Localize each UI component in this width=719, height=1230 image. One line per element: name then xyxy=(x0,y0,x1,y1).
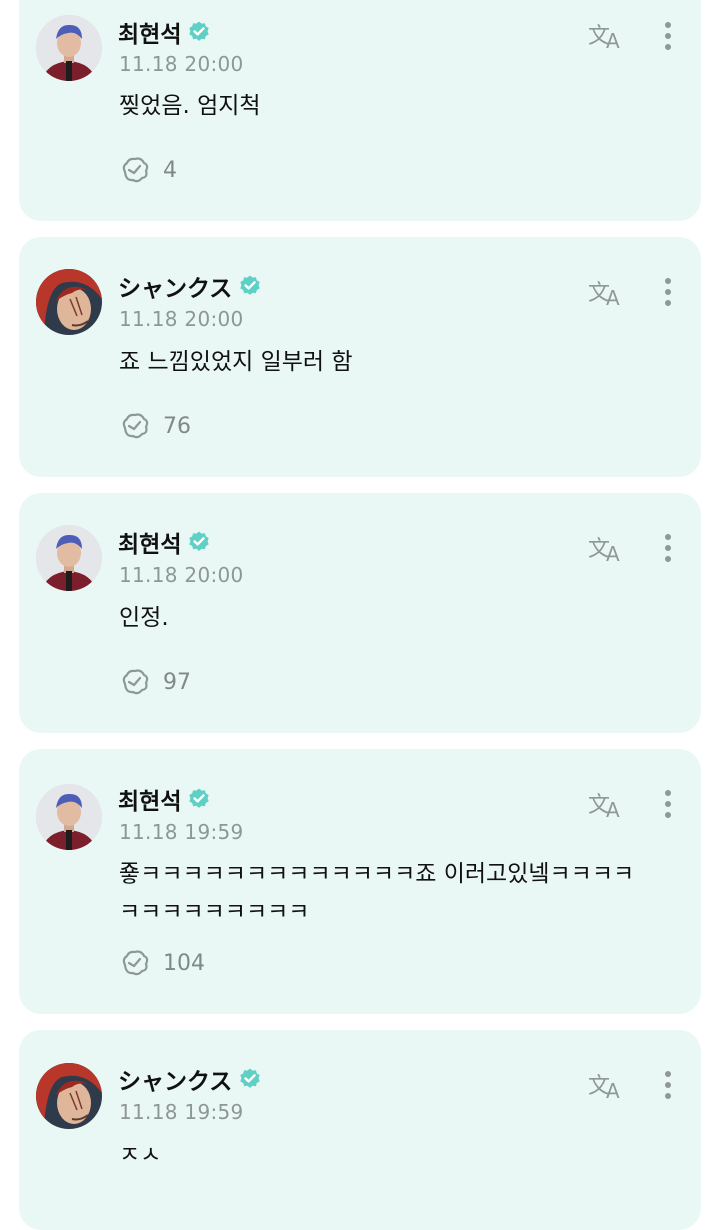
translate-button[interactable]: 文 A xyxy=(587,1068,627,1103)
reaction-count: 97 xyxy=(163,669,191,695)
reaction-icon xyxy=(122,669,149,695)
more-options-button[interactable] xyxy=(655,19,681,55)
timestamp: 11.18 20:00 xyxy=(119,563,244,587)
message-text: 인정. xyxy=(119,605,169,631)
more-vertical-icon xyxy=(665,790,671,818)
more-options-button[interactable] xyxy=(655,275,681,311)
reaction-button[interactable]: 104 xyxy=(119,947,205,979)
timestamp: 11.18 20:00 xyxy=(119,307,244,331)
more-vertical-icon xyxy=(665,1071,671,1099)
reaction-icon xyxy=(122,413,149,439)
avatar[interactable] xyxy=(36,269,102,335)
author-row: 최현석 xyxy=(118,526,211,558)
more-options-button[interactable] xyxy=(655,787,681,823)
message-card: 최현석 11.18 19:59 죻ㅋㅋㅋㅋㅋㅋㅋㅋㅋㅋㅋㅋㅋ죠 이러고있넼ㅋㅋㅋ… xyxy=(19,749,701,1014)
reaction-count: 76 xyxy=(163,413,191,439)
reaction-button[interactable]: 4 xyxy=(119,154,177,186)
more-options-button[interactable] xyxy=(655,531,681,567)
message-card: 최현석 11.18 20:00 인정. 97 文 A xyxy=(19,493,701,733)
svg-text:A: A xyxy=(606,542,620,565)
more-vertical-icon xyxy=(665,534,671,562)
author-row: シャンクス xyxy=(118,270,262,302)
timestamp: 11.18 19:59 xyxy=(119,820,244,844)
message-text: 죠 느낌있었지 일부러 함 xyxy=(119,349,353,375)
message-text: 찢었음. 엄지척 xyxy=(119,93,261,119)
author-row: シャンクス xyxy=(118,1063,262,1095)
more-options-button[interactable] xyxy=(655,1068,681,1104)
verified-badge-icon xyxy=(189,21,210,41)
svg-text:A: A xyxy=(606,286,620,309)
author-name[interactable]: シャンクス xyxy=(118,269,232,303)
more-vertical-icon xyxy=(665,278,671,306)
translate-button[interactable]: 文 A xyxy=(587,18,627,53)
choi-avatar-image xyxy=(36,525,102,591)
svg-text:A: A xyxy=(606,798,620,821)
verified-badge-icon xyxy=(189,788,210,808)
message-card: シャンクス 11.18 19:59 ㅈㅅ 文 A xyxy=(19,1030,701,1230)
reaction-button[interactable]: 76 xyxy=(119,410,191,442)
translate-button[interactable]: 文 A xyxy=(587,531,627,566)
message-card: 최현석 11.18 20:00 찢었음. 엄지척 4 文 A xyxy=(19,0,701,221)
verified-badge-icon xyxy=(240,1068,261,1088)
author-name[interactable]: 최현석 xyxy=(118,525,181,559)
shanks-avatar-image xyxy=(36,1063,102,1129)
author-name[interactable]: シャンクス xyxy=(118,1062,232,1096)
timestamp: 11.18 19:59 xyxy=(119,1100,244,1124)
verified-badge-icon xyxy=(189,531,210,551)
translate-icon: 文 A xyxy=(588,537,620,566)
choi-avatar-image xyxy=(36,784,102,850)
message-card: シャンクス 11.18 20:00 죠 느낌있었지 일부러 함 76 文 A xyxy=(19,237,701,477)
translate-icon: 文 A xyxy=(588,281,620,310)
more-vertical-icon xyxy=(665,22,671,50)
reaction-button[interactable]: 97 xyxy=(119,666,191,698)
choi-avatar-image xyxy=(36,15,102,81)
author-name[interactable]: 최현석 xyxy=(118,782,181,816)
timestamp: 11.18 20:00 xyxy=(119,52,244,76)
avatar[interactable] xyxy=(36,784,102,850)
author-row: 최현석 xyxy=(118,16,211,48)
svg-text:A: A xyxy=(606,29,620,52)
message-text: ㅈㅅ xyxy=(119,1142,162,1168)
translate-icon: 文 A xyxy=(588,24,620,53)
reaction-count: 4 xyxy=(163,157,177,183)
verified-badge-icon xyxy=(240,275,261,295)
shanks-avatar-image xyxy=(36,269,102,335)
reaction-icon xyxy=(122,950,149,976)
svg-text:A: A xyxy=(606,1079,620,1102)
translate-icon: 文 A xyxy=(588,793,620,822)
translate-button[interactable]: 文 A xyxy=(587,275,627,310)
author-row: 최현석 xyxy=(118,783,211,815)
reaction-count: 104 xyxy=(163,950,205,976)
message-text: 죻ㅋㅋㅋㅋㅋㅋㅋㅋㅋㅋㅋㅋㅋ죠 이러고있넼ㅋㅋㅋㅋㅋㅋㅋㅋㅋㅋㅋㅋㅋ xyxy=(119,861,635,925)
avatar[interactable] xyxy=(36,15,102,81)
translate-button[interactable]: 文 A xyxy=(587,787,627,822)
author-name[interactable]: 최현석 xyxy=(118,15,181,49)
translate-icon: 文 A xyxy=(588,1074,620,1103)
reaction-icon xyxy=(122,157,149,183)
avatar[interactable] xyxy=(36,1063,102,1129)
avatar[interactable] xyxy=(36,525,102,591)
